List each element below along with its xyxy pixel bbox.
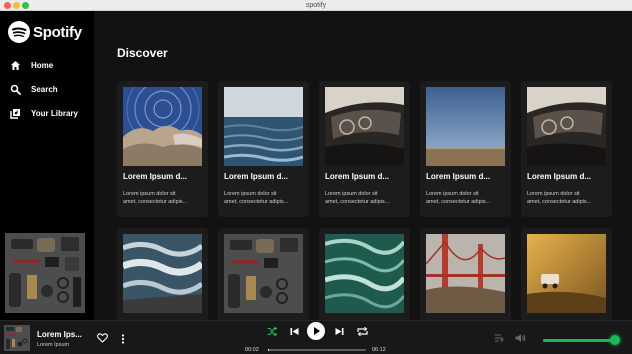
card-image (527, 234, 606, 313)
spotify-logo-icon (8, 21, 30, 43)
sidebar-item-label: Your Library (31, 108, 78, 118)
card-title: Lorem Ipsum d... (426, 172, 491, 181)
previous-track-button[interactable] (290, 327, 299, 336)
card-image (325, 234, 404, 313)
player-artist-name[interactable]: Lorem Ipsum (37, 342, 69, 348)
skip-forward-icon (335, 328, 344, 335)
home-icon (11, 60, 20, 70)
elapsed-time: 00:02 (245, 347, 259, 353)
volume-button[interactable] (515, 333, 526, 343)
library-icon (10, 108, 20, 119)
like-button[interactable] (97, 333, 108, 343)
card-title: Lorem Ipsum d... (527, 172, 592, 181)
next-track-button[interactable] (335, 327, 344, 336)
player-track-title[interactable]: Lorem Ips... (37, 330, 82, 339)
volume-slider-handle[interactable] (610, 335, 620, 345)
more-vertical-icon (121, 334, 125, 344)
more-options-button[interactable] (121, 334, 125, 344)
progress-bar[interactable] (268, 349, 366, 351)
play-icon (307, 322, 325, 340)
card-description: Lorem ipsum dolor sit amet, consectetur a… (325, 191, 390, 205)
spotify-logo[interactable]: Spotify (8, 21, 82, 43)
card-title: Lorem Ipsum d... (325, 172, 390, 181)
playlist-card[interactable] (521, 228, 612, 320)
card-description: Lorem ipsum dolor sit amet, consectetur a… (426, 191, 491, 205)
playlist-card[interactable]: Lorem Ipsum d... Lorem ipsum dolor sit am… (521, 81, 612, 217)
card-title: Lorem Ipsum d... (123, 172, 188, 181)
window-title: spotify (305, 2, 327, 9)
card-description: Lorem ipsum dolor sit amet, consectetur a… (123, 191, 188, 205)
heart-icon (97, 333, 108, 343)
repeat-icon (357, 327, 368, 336)
playlist-card[interactable] (117, 228, 208, 320)
window-titlebar: spotify (0, 0, 632, 11)
brand-name: Spotify (33, 23, 82, 41)
card-description: Lorem ipsum dolor sit amet, consectetur a… (224, 191, 289, 205)
playlist-card[interactable] (218, 228, 309, 320)
playlist-card[interactable]: Lorem Ipsum d... Lorem ipsum dolor sit am… (218, 81, 309, 217)
page-title: Discover (117, 46, 168, 60)
sidebar-item-home[interactable]: Home (10, 59, 78, 71)
main-content: Discover Lorem Ipsum d... Lorem ipsum do… (94, 11, 632, 320)
search-icon (10, 84, 21, 95)
card-image (224, 234, 303, 313)
playlist-card[interactable] (319, 228, 410, 320)
player-bar: Lorem Ips... Lorem Ipsum 00:02 06:12 (0, 320, 632, 354)
shuffle-icon (267, 327, 277, 336)
card-image (224, 87, 303, 166)
volume-slider[interactable] (543, 339, 613, 342)
queue-icon (495, 334, 504, 342)
card-image (325, 87, 404, 166)
playlist-card[interactable]: Lorem Ipsum d... Lorem ipsum dolor sit am… (420, 81, 511, 217)
card-title: Lorem Ipsum d... (224, 172, 289, 181)
sidebar-item-search[interactable]: Search (10, 83, 78, 95)
playlist-card[interactable]: Lorem Ipsum d... Lorem ipsum dolor sit am… (117, 81, 208, 217)
card-description: Lorem ipsum dolor sit amet, consectetur a… (527, 191, 592, 205)
card-image (123, 234, 202, 313)
card-image (426, 87, 505, 166)
sidebar-nav: Home Search Your Library (10, 59, 78, 131)
sidebar-item-library[interactable]: Your Library (10, 107, 78, 119)
repeat-button[interactable] (357, 327, 368, 336)
playlist-card[interactable]: Lorem Ipsum d... Lorem ipsum dolor sit am… (319, 81, 410, 217)
speaker-icon (515, 334, 526, 342)
queue-button[interactable] (495, 334, 505, 342)
now-playing-artwork[interactable] (5, 233, 85, 313)
sidebar-item-label: Home (31, 60, 54, 70)
card-image (123, 87, 202, 166)
card-image (527, 87, 606, 166)
player-track-thumbnail[interactable] (4, 325, 30, 351)
sidebar: Spotify Home Search Your Library (0, 11, 94, 320)
shuffle-button[interactable] (267, 327, 277, 336)
total-duration: 06:12 (372, 347, 386, 353)
sidebar-item-label: Search (31, 84, 58, 94)
play-button[interactable] (307, 322, 325, 340)
skip-back-icon (290, 328, 299, 335)
playlist-card[interactable] (420, 228, 511, 320)
card-image (426, 234, 505, 313)
